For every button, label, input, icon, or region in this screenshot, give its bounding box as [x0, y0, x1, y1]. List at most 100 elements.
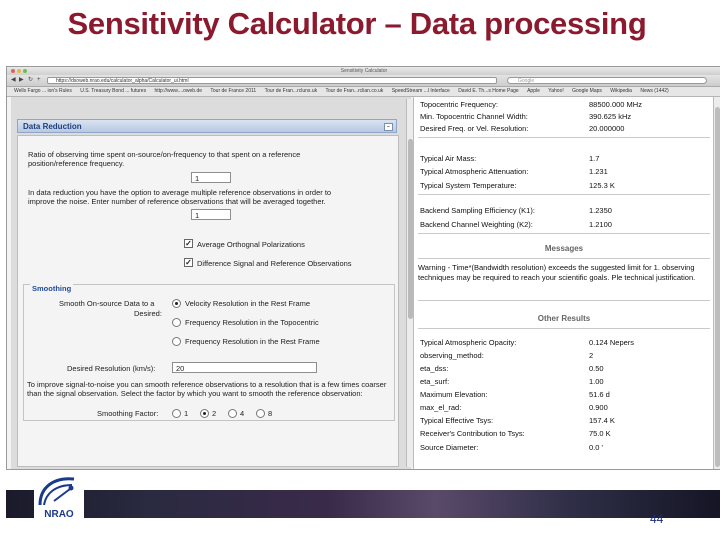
smoothing-note: To improve signal-to-noise you can smoot…: [27, 380, 387, 398]
bookmark-item[interactable]: Wells Fargo ... ion's Rules: [14, 87, 72, 96]
browser-screenshot: Sensitivity Calculator ◀ ▶ ↻ + https://d…: [6, 66, 720, 470]
ratio-input[interactable]: 1: [191, 172, 231, 183]
bookmark-item[interactable]: Yahoo!: [548, 87, 563, 96]
result-label: Source Diameter:: [420, 443, 479, 452]
result-row: Typical Effective Tsys: 157.4 K: [414, 415, 714, 426]
nrao-logo-text: NRAO: [44, 509, 74, 520]
average-count-input[interactable]: 1: [191, 209, 231, 220]
smoothing-title: Smoothing: [30, 284, 74, 293]
frequency-topocentric-label: Frequency Resolution in the Topocentric: [185, 318, 319, 327]
add-bookmark-icon[interactable]: +: [37, 77, 41, 84]
result-value: 1.231: [589, 167, 608, 176]
result-value: 1.7: [589, 154, 600, 163]
result-label: observing_method:: [420, 351, 484, 360]
factor-4-label: 4: [240, 409, 245, 418]
bookmark-item[interactable]: Tour de Fran...rcluns.uk: [265, 87, 318, 96]
smooth-label: Smooth On-source Data to a: [59, 299, 155, 308]
difference-signal-checkbox[interactable]: ✓: [184, 258, 193, 267]
bookmark-item[interactable]: SpeedStream ...l Interface: [392, 87, 450, 96]
result-label: eta_surf:: [420, 377, 450, 386]
result-label: Min. Topocentric Channel Width:: [420, 112, 528, 121]
result-row: Min. Topocentric Channel Width: 390.625 k…: [414, 111, 714, 122]
bookmark-item[interactable]: Wikipedia: [610, 87, 632, 96]
result-value: 1.2100: [589, 220, 612, 229]
result-row: Receiver's Contribution to Tsys: 75.0 K: [414, 428, 714, 439]
result-value: 390.625 kHz: [589, 112, 632, 121]
minimize-window-button[interactable]: [17, 69, 21, 73]
data-reduction-title: Data Reduction: [23, 122, 82, 131]
desired-resolution-input[interactable]: 20: [172, 362, 317, 373]
result-label: Backend Sampling Efficiency (K1):: [420, 206, 535, 215]
result-value: 157.4 K: [589, 416, 615, 425]
factor-1-label: 1: [184, 409, 189, 418]
smoothing-group: Smoothing Smooth On-source Data to a Des…: [23, 284, 395, 421]
velocity-rest-frame-radio[interactable]: [172, 299, 181, 308]
result-value: 20.000000: [589, 124, 625, 133]
result-value: 0.50: [589, 364, 604, 373]
reload-icon[interactable]: ↻: [28, 77, 33, 84]
divider: [418, 300, 710, 301]
result-label: Desired Freq. or Vel. Resolution:: [420, 124, 529, 133]
result-label: Typical Air Mass:: [420, 154, 477, 163]
other-results-header: Other Results: [537, 314, 591, 323]
result-row: Typical Atmospheric Opacity: 0.124 Nepers: [414, 337, 714, 348]
forward-arrow-icon[interactable]: ▶: [19, 77, 24, 84]
back-arrow-icon[interactable]: ◀: [11, 77, 16, 84]
window-titlebar: Sensitivity Calculator: [7, 67, 720, 75]
close-window-button[interactable]: [11, 69, 15, 73]
result-label: Typical Effective Tsys:: [420, 416, 494, 425]
bookmark-item[interactable]: U.S. Treasury Bond ... futures: [80, 87, 146, 96]
divider: [418, 137, 710, 138]
result-row: eta_surf: 1.00: [414, 376, 714, 387]
divider: [418, 233, 710, 234]
result-value: 0.0 ': [589, 443, 603, 452]
bookmarks-bar: Wells Fargo ... ion's Rules U.S. Treasur…: [7, 87, 720, 97]
factor-2-radio[interactable]: [200, 409, 209, 418]
result-label: Topocentric Frequency:: [420, 100, 498, 109]
result-row: Typical Air Mass: 1.7: [414, 153, 714, 164]
smooth-label-desired: Desired:: [134, 309, 162, 318]
address-bar[interactable]: https://dsoweb.nrao.edu/calculator_alpha…: [47, 77, 497, 84]
right-scrollbar[interactable]: [713, 97, 720, 469]
page-number: 44: [650, 512, 664, 526]
bookmark-item[interactable]: Google Maps: [572, 87, 602, 96]
result-label: Typical System Temperature:: [420, 181, 517, 190]
bookmark-item[interactable]: Apple: [527, 87, 540, 96]
messages-header: Messages: [544, 244, 584, 253]
frequency-topocentric-radio[interactable]: [172, 318, 181, 327]
desired-resolution-label: Desired Resolution (km/s):: [67, 364, 156, 373]
factor-1-radio[interactable]: [172, 409, 181, 418]
data-reduction-header[interactable]: Data Reduction −: [17, 119, 397, 133]
divider: [418, 328, 710, 329]
velocity-rest-frame-label: Velocity Resolution in the Rest Frame: [185, 299, 311, 308]
result-value: 0.900: [589, 403, 608, 412]
collapse-icon[interactable]: −: [384, 123, 393, 131]
result-row: Source Diameter: 0.0 ': [414, 442, 714, 453]
result-label: Receiver's Contribution to Tsys:: [420, 429, 525, 438]
factor-8-radio[interactable]: [256, 409, 265, 418]
result-row: Backend Sampling Efficiency (K1): 1.2350: [414, 205, 714, 216]
footer-banner: [6, 490, 720, 518]
search-field[interactable]: Google: [507, 77, 707, 84]
zoom-window-button[interactable]: [23, 69, 27, 73]
result-row: Typical System Temperature: 125.3 K: [414, 180, 714, 191]
data-reduction-panel: Data Reduction − Ratio of observing time…: [11, 97, 415, 469]
bookmark-item[interactable]: News (1442): [640, 87, 668, 96]
frequency-rest-frame-radio[interactable]: [172, 337, 181, 346]
bookmark-item[interactable]: David E. Th...s Home Page: [458, 87, 519, 96]
result-value: 1.2350: [589, 206, 612, 215]
bookmark-item[interactable]: http://www....oweb.de: [154, 87, 202, 96]
result-row: max_el_rad: 0.900: [414, 402, 714, 413]
slide-title: Sensitivity Calculator – Data processing: [67, 6, 647, 41]
average-polarizations-checkbox[interactable]: ✓: [184, 239, 193, 248]
result-label: max_el_rad:: [420, 403, 462, 412]
ratio-description: Ratio of observing time spent on-source/…: [28, 150, 301, 168]
bookmark-item[interactable]: Tour de France 2011: [210, 87, 256, 96]
result-label: Typical Atmospheric Attenuation:: [420, 167, 529, 176]
result-value: 0.124 Nepers: [589, 338, 635, 347]
factor-4-radio[interactable]: [228, 409, 237, 418]
page-content: Data Reduction − Ratio of observing time…: [7, 97, 720, 469]
result-label: Backend Channel Weighting (K2):: [420, 220, 533, 229]
right-scroll-thumb[interactable]: [715, 107, 720, 467]
bookmark-item[interactable]: Tour de Fran...rclian.co.uk: [326, 87, 384, 96]
